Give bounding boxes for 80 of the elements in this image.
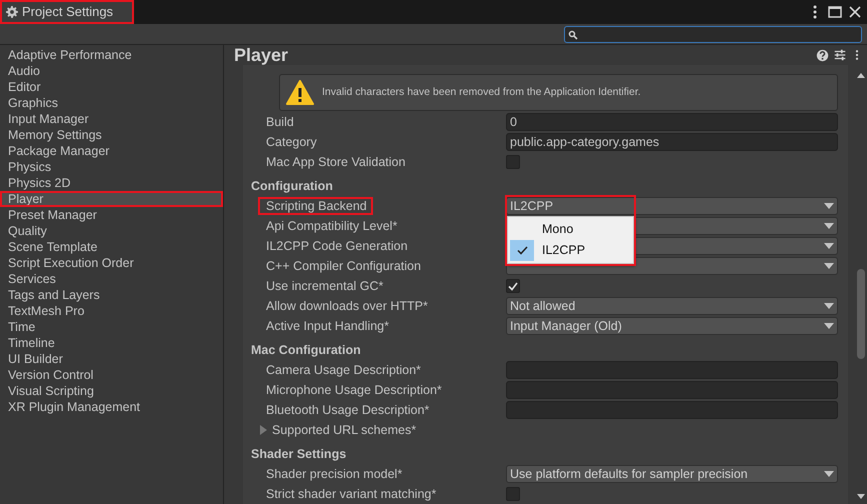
dropdown-arrow-icon xyxy=(824,243,834,249)
search-icon xyxy=(568,30,578,40)
scroll-down-icon[interactable] xyxy=(856,493,866,501)
page-title: Player xyxy=(233,45,288,65)
scrollbar-thumb[interactable] xyxy=(857,269,865,359)
field-label: Shader precision model* xyxy=(266,466,402,481)
sidebar-item[interactable]: Preset Manager xyxy=(0,207,223,223)
field-label: Scripting Backend xyxy=(258,196,373,215)
help-icon[interactable] xyxy=(816,48,829,62)
checkbox[interactable] xyxy=(506,279,520,293)
sidebar-item[interactable]: Physics 2D xyxy=(0,175,223,191)
field-label: C++ Compiler Configuration xyxy=(266,258,421,273)
dropdown-arrow-icon xyxy=(824,471,834,477)
sidebar-item[interactable]: Services xyxy=(0,271,223,287)
sidebar-item[interactable]: Graphics xyxy=(0,95,223,111)
foldout-toggle[interactable]: Supported URL schemes* xyxy=(259,420,416,440)
field-label: Bluetooth Usage Description* xyxy=(266,402,430,417)
scroll-up-icon[interactable] xyxy=(856,71,866,79)
checkmark-icon xyxy=(516,246,528,255)
text-field[interactable]: 0 xyxy=(506,113,838,131)
warning-icon xyxy=(286,80,314,105)
dropdown-arrow-icon xyxy=(824,323,834,329)
sidebar-item[interactable]: UI Builder xyxy=(0,351,223,367)
field-label: Active Input Handling* xyxy=(266,318,389,333)
dropdown-arrow-icon xyxy=(824,303,834,309)
field-label: Build xyxy=(266,114,294,129)
field-label: Microphone Usage Description* xyxy=(266,382,442,397)
dropdown-arrow-icon xyxy=(824,223,834,229)
dropdown[interactable]: Use platform defaults for sampler precision xyxy=(506,465,838,483)
sidebar-item[interactable]: TextMesh Pro xyxy=(0,303,223,319)
text-field[interactable] xyxy=(506,381,838,399)
sidebar-item[interactable]: Quality xyxy=(0,223,223,239)
gear-icon xyxy=(6,6,18,18)
section-header: Mac Configuration xyxy=(250,342,362,359)
field-label: Allow downloads over HTTP* xyxy=(266,298,428,313)
field-label: Strict shader variant matching* xyxy=(266,486,436,501)
dropdown[interactable]: IL2CPP xyxy=(506,197,838,215)
close-icon[interactable] xyxy=(847,4,863,20)
sidebar-item[interactable]: Time xyxy=(0,319,223,335)
checkbox[interactable] xyxy=(506,487,520,501)
maximize-icon[interactable] xyxy=(827,4,843,20)
field-label: Use incremental GC* xyxy=(266,278,384,293)
section-header: Configuration xyxy=(250,178,334,195)
menu-item[interactable]: Mono xyxy=(508,219,633,240)
sidebar-item[interactable]: Scene Template xyxy=(0,239,223,255)
dropdown[interactable]: Input Manager (Old) xyxy=(506,317,838,335)
dropdown[interactable]: Not allowed xyxy=(506,297,838,315)
sliders-icon[interactable] xyxy=(833,48,847,62)
menu-item[interactable]: IL2CPP xyxy=(508,240,633,261)
search-field[interactable] xyxy=(564,26,862,42)
sidebar-item[interactable]: Editor xyxy=(0,79,223,95)
window-tab[interactable]: Project Settings xyxy=(0,0,134,24)
sidebar-item[interactable]: XR Plugin Management xyxy=(0,399,223,415)
checkbox[interactable] xyxy=(506,155,520,169)
text-field[interactable] xyxy=(506,361,838,379)
text-field[interactable]: public.app-category.games xyxy=(506,133,838,151)
sidebar-item[interactable]: Visual Scripting xyxy=(0,383,223,399)
sidebar-item[interactable]: Player xyxy=(0,191,223,207)
sidebar-item[interactable]: Script Execution Order xyxy=(0,255,223,271)
sidebar-item[interactable]: Physics xyxy=(0,159,223,175)
sidebar-item[interactable]: Audio xyxy=(0,63,223,79)
field-label: Api Compatibility Level* xyxy=(266,218,398,233)
dropdown-arrow-icon xyxy=(824,203,834,209)
sidebar-item[interactable]: Adaptive Performance xyxy=(0,47,223,63)
text-field[interactable] xyxy=(506,401,838,419)
sidebar-item[interactable]: Package Manager xyxy=(0,143,223,159)
field-label: Camera Usage Description* xyxy=(266,362,421,377)
dropdown-arrow-icon xyxy=(824,263,834,269)
field-label: Category xyxy=(266,134,317,149)
sidebar-item[interactable]: Timeline xyxy=(0,335,223,351)
sidebar-item[interactable]: Version Control xyxy=(0,367,223,383)
field-label: IL2CPP Code Generation xyxy=(266,238,408,253)
field-label: Mac App Store Validation xyxy=(266,154,406,169)
sidebar-item[interactable]: Input Manager xyxy=(0,111,223,127)
window-title: Project Settings xyxy=(22,3,114,22)
sidebar-item[interactable]: Memory Settings xyxy=(0,127,223,143)
collapsed-triangle-icon xyxy=(259,425,268,435)
sidebar-item[interactable]: Tags and Layers xyxy=(0,287,223,303)
section-header: Shader Settings xyxy=(250,446,348,463)
notice-text: Invalid characters have been removed from the Application Identifier. xyxy=(322,84,641,100)
